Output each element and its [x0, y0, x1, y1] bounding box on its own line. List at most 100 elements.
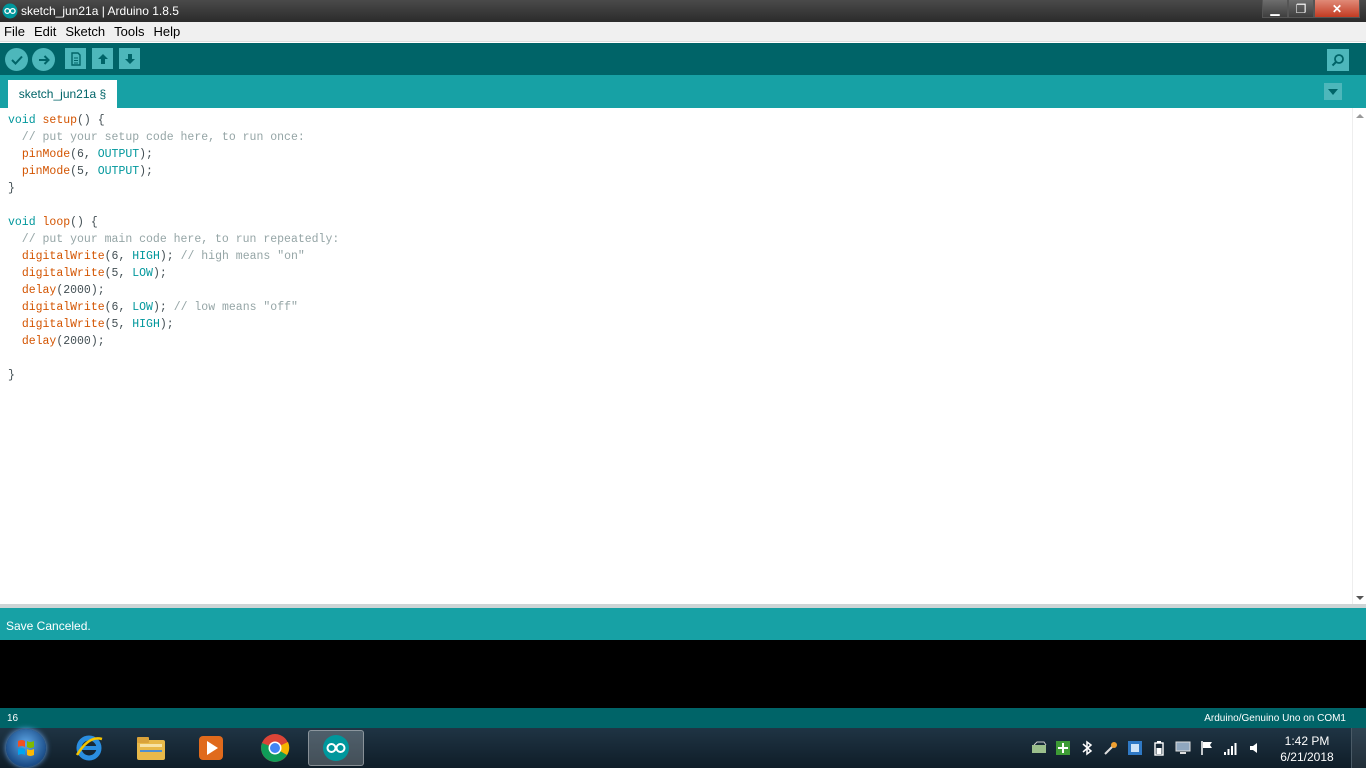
- chrome-icon: [261, 734, 290, 762]
- tray-tools-icon[interactable]: [1102, 739, 1120, 757]
- window-controls: ▁ ❐ ✕: [1262, 0, 1360, 18]
- internet-explorer-icon: [75, 735, 103, 761]
- serial-monitor-button[interactable]: [1327, 49, 1349, 71]
- code-line[interactable]: delay(2000);: [8, 282, 339, 299]
- code-line[interactable]: [8, 350, 339, 367]
- start-button[interactable]: [6, 729, 46, 767]
- code-token: () {: [70, 216, 98, 229]
- console-output[interactable]: [0, 640, 1366, 708]
- menu-tools[interactable]: Tools: [110, 22, 149, 42]
- media-player-icon: [199, 736, 223, 760]
- code-token: digitalWrite: [21, 250, 105, 263]
- close-button[interactable]: ✕: [1314, 0, 1360, 18]
- menu-help[interactable]: Help: [149, 22, 185, 42]
- display-icon[interactable]: [1174, 739, 1192, 757]
- scroll-down-icon[interactable]: [1356, 594, 1364, 602]
- code-token: void: [8, 114, 36, 127]
- tray-security-icon[interactable]: [1054, 739, 1072, 757]
- code-token: }: [8, 182, 15, 195]
- show-desktop-button[interactable]: [1351, 728, 1366, 768]
- bluetooth-icon[interactable]: [1078, 739, 1096, 757]
- toolbar: [0, 43, 1366, 75]
- code-line[interactable]: delay(2000);: [8, 333, 339, 350]
- vertical-scrollbar[interactable]: [1352, 108, 1366, 604]
- code-token: void: [8, 216, 36, 229]
- taskbar-arduino[interactable]: [308, 730, 364, 766]
- open-button[interactable]: [92, 48, 113, 69]
- code-token: loop: [42, 216, 71, 229]
- menu-sketch[interactable]: Sketch: [61, 22, 110, 42]
- footer-bar: 16 Arduino/Genuino Uno on COM1: [0, 708, 1366, 728]
- code-token: digitalWrite: [21, 301, 105, 314]
- action-center-flag-icon[interactable]: [1198, 739, 1216, 757]
- windows-logo-icon: [18, 740, 34, 756]
- tray-app-icon[interactable]: [1126, 739, 1144, 757]
- code-line[interactable]: // put your setup code here, to run once…: [8, 129, 339, 146]
- tab-menu-button[interactable]: [1324, 83, 1342, 100]
- code-line[interactable]: digitalWrite(6, HIGH); // high means "on…: [8, 248, 339, 265]
- taskbar-internet-explorer[interactable]: [61, 730, 117, 766]
- code-token: );: [152, 267, 167, 280]
- menu-file[interactable]: File: [0, 22, 30, 42]
- save-button[interactable]: [119, 48, 140, 69]
- code-line[interactable]: void loop() {: [8, 214, 339, 231]
- serial-monitor-icon: [1331, 54, 1344, 67]
- code-line[interactable]: digitalWrite(6, LOW); // low means "off": [8, 299, 339, 316]
- menu-bar: File Edit Sketch Tools Help: [0, 22, 1366, 42]
- taskbar-file-explorer[interactable]: [123, 730, 179, 766]
- arduino-icon: [323, 735, 349, 761]
- volume-icon[interactable]: [1246, 739, 1264, 757]
- line-number: 16: [7, 713, 19, 724]
- code-token: (5,: [104, 318, 133, 331]
- code-token: digitalWrite: [21, 267, 105, 280]
- code-line[interactable]: [8, 197, 339, 214]
- minimize-button[interactable]: ▁: [1262, 0, 1288, 18]
- upload-icon: [38, 54, 50, 65]
- code-editor[interactable]: void setup() { // put your setup code he…: [0, 108, 1352, 604]
- taskbar-media-player[interactable]: [183, 730, 239, 766]
- code-line[interactable]: digitalWrite(5, HIGH);: [8, 316, 339, 333]
- code-line[interactable]: // put your main code here, to run repea…: [8, 231, 339, 248]
- tab-sketch[interactable]: sketch_jun21a §: [8, 80, 117, 108]
- code-token: (6,: [104, 250, 133, 263]
- status-message: Save Canceled.: [6, 619, 91, 633]
- code-token: // put your setup code here, to run once…: [8, 131, 305, 144]
- system-tray: [1030, 738, 1264, 758]
- arduino-logo-icon: [2, 3, 18, 19]
- code-content[interactable]: void setup() { // put your setup code he…: [8, 112, 339, 384]
- code-token: );: [152, 301, 174, 314]
- code-token: (5,: [70, 165, 98, 178]
- save-icon: [124, 53, 135, 64]
- code-token: () {: [77, 114, 105, 127]
- network-signal-icon[interactable]: [1222, 739, 1240, 757]
- code-token: digitalWrite: [21, 318, 105, 331]
- taskbar-clock[interactable]: 1:42 PM 6/21/2018: [1272, 733, 1342, 765]
- menu-edit[interactable]: Edit: [30, 22, 61, 42]
- code-token: delay: [21, 335, 57, 348]
- verify-button[interactable]: [5, 48, 28, 71]
- code-token: OUTPUT: [97, 148, 140, 161]
- code-token: LOW: [132, 267, 153, 280]
- maximize-button[interactable]: ❐: [1288, 0, 1314, 18]
- code-line[interactable]: void setup() {: [8, 112, 339, 129]
- code-line[interactable]: pinMode(5, OUTPUT);: [8, 163, 339, 180]
- battery-icon[interactable]: [1150, 739, 1168, 757]
- code-line[interactable]: digitalWrite(5, LOW);: [8, 265, 339, 282]
- taskbar-chrome[interactable]: [247, 730, 303, 766]
- code-line[interactable]: }: [8, 367, 339, 384]
- code-line[interactable]: }: [8, 180, 339, 197]
- code-line[interactable]: pinMode(6, OUTPUT);: [8, 146, 339, 163]
- new-button[interactable]: [65, 48, 86, 69]
- tray-device-icon[interactable]: [1030, 739, 1048, 757]
- scroll-up-icon[interactable]: [1356, 112, 1364, 120]
- code-token: pinMode: [21, 148, 71, 161]
- upload-button[interactable]: [32, 48, 55, 71]
